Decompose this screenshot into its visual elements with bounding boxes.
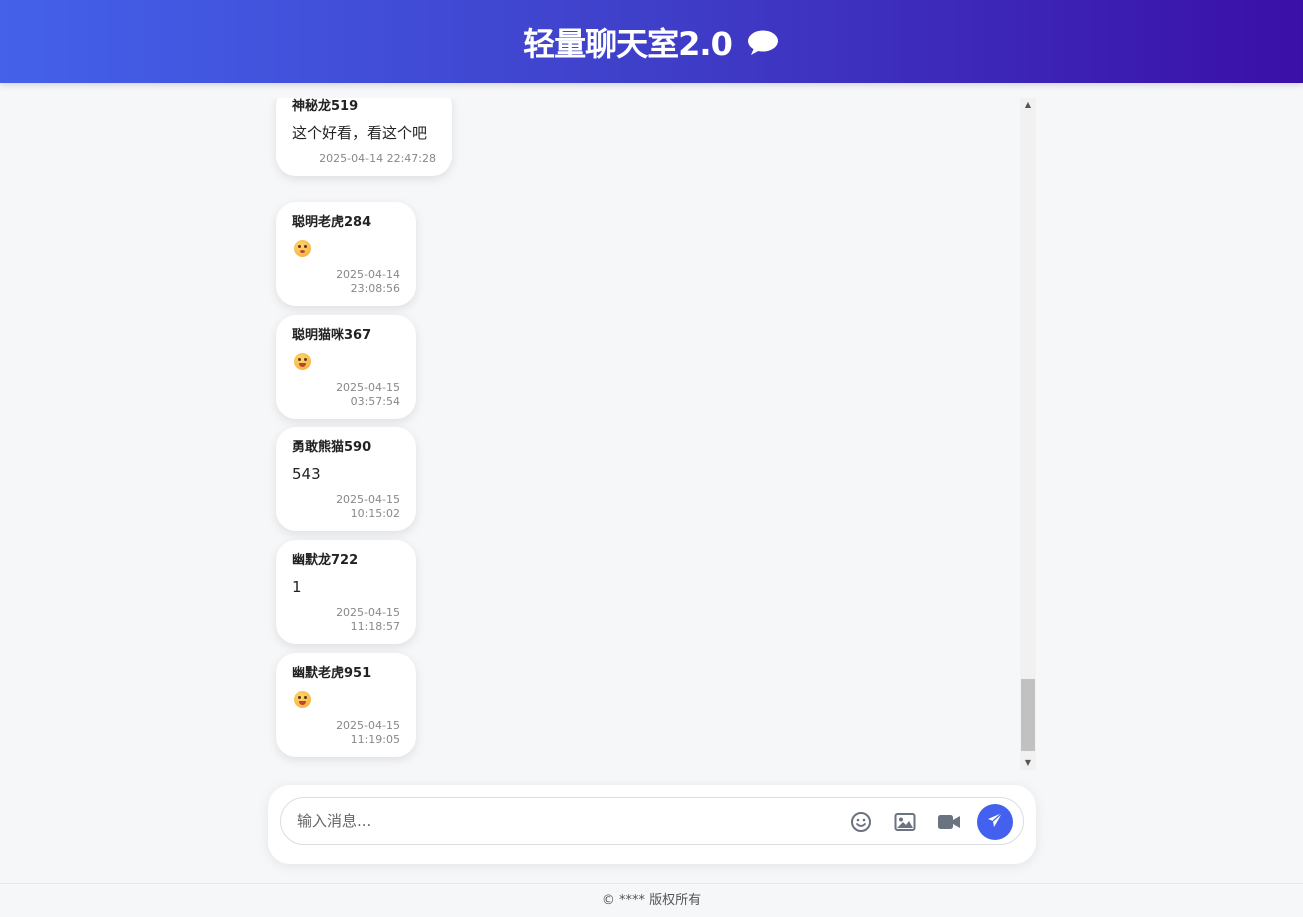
message-timestamp: 2025-04-14 22:47:28 (319, 152, 436, 165)
app-title: 轻量聊天室2.0 (523, 24, 733, 63)
message-item: 幽默龙722 1 2025-04-15 11:18:57 (276, 540, 416, 644)
message-text: 这个好看，看这个吧 (292, 124, 428, 142)
message-input[interactable] (297, 808, 817, 834)
message-timestamp: 2025-04-15 11:19:05 (336, 719, 400, 746)
message-username: 幽默老虎951 (292, 666, 372, 681)
send-button[interactable] (977, 804, 1013, 840)
composer (268, 785, 1036, 864)
scrollbar-thumb[interactable] (1021, 679, 1035, 751)
message-username: 神秘龙519 (292, 99, 359, 114)
message-username: 幽默龙722 (292, 553, 359, 568)
message-item: 聪明猫咪367 2025-04-15 03:57:54 (276, 315, 416, 419)
message-item: 勇敢熊猫590 543 2025-04-15 10:15:02 (276, 427, 416, 531)
footer: © **** 版权所有 (0, 883, 1303, 916)
composer-box (280, 797, 1024, 845)
message-scrollbar[interactable]: ▲ ▼ (1020, 98, 1036, 770)
message-username: 聪明老虎284 (292, 215, 372, 230)
message-item: 聪明老虎284 2025-04-14 23:08:56 (276, 202, 416, 306)
message-text: 1 (292, 578, 302, 596)
scroll-down-arrow-icon[interactable]: ▼ (1020, 756, 1036, 770)
message-username: 勇敢熊猫590 (292, 440, 372, 455)
emoji-icon[interactable] (849, 810, 873, 834)
grinning-tongue-emoji (294, 353, 311, 370)
image-icon[interactable] (893, 810, 917, 834)
message-timestamp: 2025-04-15 11:18:57 (336, 606, 400, 633)
scroll-up-arrow-icon[interactable]: ▲ (1020, 98, 1036, 112)
message-timestamp: 2025-04-15 03:57:54 (336, 381, 400, 408)
message-item: 幽默老虎951 2025-04-15 11:19:05 (276, 653, 416, 757)
chat-area: 神秘龙519 这个好看，看这个吧 2025-04-14 22:47:28 聪明老… (268, 98, 1036, 770)
message-username: 聪明猫咪367 (292, 328, 372, 343)
message-timestamp: 2025-04-15 10:15:02 (336, 493, 400, 520)
video-icon[interactable] (937, 810, 961, 834)
speech-bubble-icon (746, 28, 780, 56)
send-icon (987, 812, 1003, 832)
message-list[interactable]: 神秘龙519 这个好看，看这个吧 2025-04-14 22:47:28 聪明老… (268, 98, 1020, 770)
copyright-text: © **** 版权所有 (601, 893, 702, 908)
message-timestamp: 2025-04-14 23:08:56 (336, 268, 400, 295)
app-header: 轻量聊天室2.0 (0, 0, 1303, 83)
tongue-wink-emoji (294, 691, 311, 708)
message-text: 543 (292, 465, 321, 483)
message-item: 神秘龙519 这个好看，看这个吧 2025-04-14 22:47:28 (276, 98, 452, 176)
flushed-face-emoji (294, 240, 311, 257)
